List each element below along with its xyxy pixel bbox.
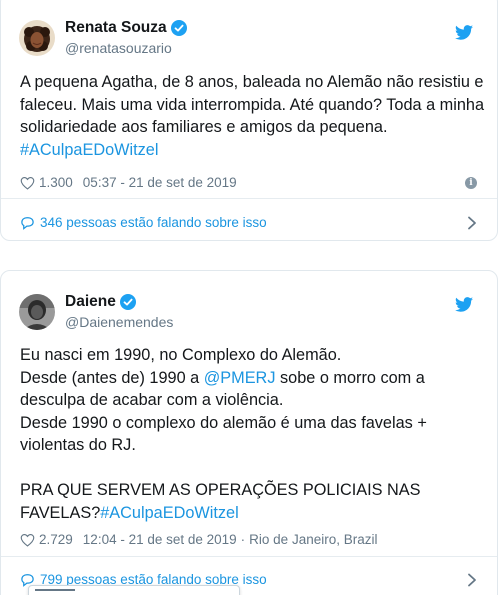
tooltip-popup [28,585,240,595]
tweet-body-line: Desde 1990 o complexo do alemão é uma da… [20,413,427,432]
tweet-meta: 2.729 12:04 - 21 de set de 2019 · Rio de… [20,532,477,547]
like-count[interactable]: 1.300 [39,175,73,190]
info-icon[interactable]: i [465,176,477,189]
tweet-timestamp[interactable]: 12:04 - 21 de set de 2019 [83,532,237,547]
tweet-body-line: faleceu. Mais uma vida interrompida. Até… [20,95,484,114]
speech-bubble-icon [21,216,34,230]
like-count[interactable]: 2.729 [39,532,73,547]
hashtag-link[interactable]: #ACulpaEDoWitzel [100,504,238,522]
verified-badge-icon [170,20,187,36]
tweet-body-text: Desde (antes de) 1990 a [20,368,204,387]
twitter-bird-icon[interactable] [455,297,473,312]
author-handle[interactable]: @Daienemendes [65,314,173,330]
tweet-body-line: Eu nasci em 1990, no Complexo do Alemão. [20,346,342,364]
tweet-body-line: violentas do RJ. [20,436,136,454]
tweet-body-text: FAVELAS? [20,503,101,522]
mention-link[interactable]: @PMERJ [204,369,276,387]
tweet-body-text: sobe o morro com a [275,368,425,387]
heart-icon[interactable] [20,176,35,190]
hashtag-link[interactable]: #ACulpaEDoWitzel [20,141,158,159]
tweet-header: Renata Souza @renatasouzario [19,19,187,56]
author-name[interactable]: Renata Souza [65,19,167,37]
tweet-card-2[interactable]: Daiene @Daienemendes Eu nasci em 1990, n… [0,270,498,595]
tweet-header: Daiene @Daienemendes [19,293,173,330]
chevron-right-icon[interactable] [467,216,477,230]
tweet-body-line: desculpa de acabar com a violência. [20,391,284,409]
verified-badge-icon [119,294,136,310]
twitter-bird-icon[interactable] [455,25,473,40]
author-name[interactable]: Daiene [65,293,116,311]
tweet-body-line: A pequena Agatha, de 8 anos, baleada no … [20,73,484,91]
avatar[interactable] [19,293,55,330]
separator: · [240,532,246,547]
avatar[interactable] [19,19,55,56]
tweet-body: Eu nasci em 1990, no Complexo do Alemão.… [20,344,479,524]
tweet-body-line: PRA QUE SERVEM AS OPERAÇÕES POLICIAIS NA… [20,481,421,499]
conversation-count[interactable]: 346 pessoas estão falando sobre isso [40,215,267,230]
tweet-body-line: solidariedade aos familiares e amigos da… [20,118,388,136]
divider [1,556,497,557]
conversation-link[interactable]: 346 pessoas estão falando sobre isso [20,215,477,230]
tweet-timestamp[interactable]: 05:37 - 21 de set de 2019 [83,175,237,190]
author-handle[interactable]: @renatasouzario [65,40,187,56]
heart-icon[interactable] [20,533,35,547]
tweet-meta: 1.300 05:37 - 21 de set de 2019 i [20,175,477,190]
tweet-body: A pequena Agatha, de 8 anos, baleada no … [20,71,484,161]
tweet-location[interactable]: Rio de Janeiro, Brazil [249,532,377,547]
chevron-right-icon[interactable] [467,573,477,587]
tweet-card-1[interactable]: Renata Souza @renatasouzario A pequena A… [0,0,498,241]
divider [1,198,497,199]
